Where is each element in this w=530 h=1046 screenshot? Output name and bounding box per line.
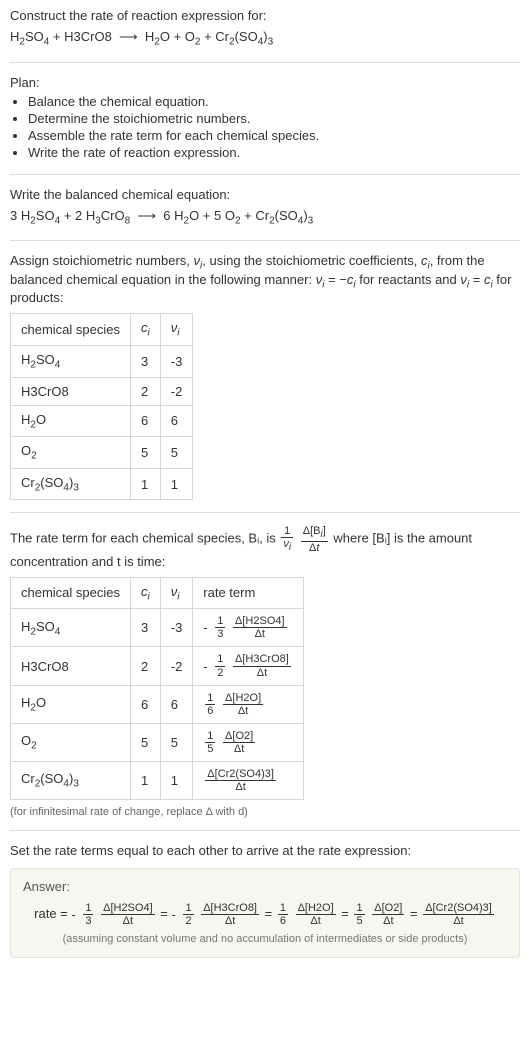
cell-v: -3 <box>160 345 193 377</box>
col-species: chemical species <box>11 577 131 609</box>
balanced-equation: 3 H2SO4 + 2 H3CrO8 ⟶ 6 H2O + 5 O2 + Cr2(… <box>10 206 520 229</box>
cell-c: 3 <box>131 345 161 377</box>
cell-species: Cr2(SO4)3 <box>11 468 131 500</box>
balanced-section: Write the balanced chemical equation: 3 … <box>10 175 520 242</box>
answer-title: Answer: <box>23 879 507 894</box>
plan-item: Assemble the rate term for each chemical… <box>28 128 520 143</box>
stoich-table: chemical species ci νi H2SO4 3 -3 H3CrO8… <box>10 313 193 500</box>
cell-rate-term: - 13 Δ[H2SO4]Δt <box>193 609 304 647</box>
cell-species: O2 <box>11 723 131 761</box>
plan-item: Write the rate of reaction expression. <box>28 145 520 160</box>
answer-note: (assuming constant volume and no accumul… <box>23 933 507 945</box>
rate-term-text: The rate term for each chemical species,… <box>10 525 520 568</box>
cell-species: H2SO4 <box>11 345 131 377</box>
final-text: Set the rate terms equal to each other t… <box>10 843 520 858</box>
col-species: chemical species <box>11 314 131 346</box>
stoich-text: Assign stoichiometric numbers, νi, using… <box>10 253 520 305</box>
cell-c: 3 <box>131 609 161 647</box>
col-ci: ci <box>131 314 161 346</box>
prompt-text: Construct the rate of reaction expressio… <box>10 8 520 23</box>
cell-v: 5 <box>160 723 193 761</box>
generic-rate-frac: Δ[Bi]Δt <box>301 525 328 553</box>
table-row: Cr2(SO4)3 1 1 <box>11 468 193 500</box>
cell-v: 6 <box>160 405 193 437</box>
plan-item: Determine the stoichiometric numbers. <box>28 111 520 126</box>
table-row: H2SO4 3 -3 - 13 Δ[H2SO4]Δt <box>11 609 304 647</box>
col-vi: νi <box>160 577 193 609</box>
cell-c: 5 <box>131 723 161 761</box>
table-row: O2 5 5 15 Δ[O2]Δt <box>11 723 304 761</box>
table-header-row: chemical species ci νi <box>11 314 193 346</box>
cell-rate-term: - 12 Δ[H3CrO8]Δt <box>193 647 304 685</box>
table-header-row: chemical species ci νi rate term <box>11 577 304 609</box>
rate-term-table: chemical species ci νi rate term H2SO4 3… <box>10 577 304 801</box>
table-row: O2 5 5 <box>11 437 193 469</box>
cell-c: 5 <box>131 437 161 469</box>
cell-rate-term: 15 Δ[O2]Δt <box>193 723 304 761</box>
balanced-title: Write the balanced chemical equation: <box>10 187 520 202</box>
table-row: H3CrO8 2 -2 <box>11 377 193 405</box>
cell-species: H2SO4 <box>11 609 131 647</box>
table-row: H2O 6 6 <box>11 405 193 437</box>
plan-list: Balance the chemical equation. Determine… <box>28 94 520 160</box>
cell-species: H3CrO8 <box>11 377 131 405</box>
cell-v: -2 <box>160 647 193 685</box>
cell-species: H2O <box>11 405 131 437</box>
cell-c: 2 <box>131 647 161 685</box>
cell-v: -2 <box>160 377 193 405</box>
final-section: Set the rate terms equal to each other t… <box>10 831 520 958</box>
plan-title: Plan: <box>10 75 520 90</box>
cell-species: O2 <box>11 437 131 469</box>
table-row: H2O 6 6 16 Δ[H2O]Δt <box>11 685 304 723</box>
col-rate-term: rate term <box>193 577 304 609</box>
plan-section: Plan: Balance the chemical equation. Det… <box>10 63 520 175</box>
cell-v: 5 <box>160 437 193 469</box>
table-row: H3CrO8 2 -2 - 12 Δ[H3CrO8]Δt <box>11 647 304 685</box>
rate-term-section: The rate term for each chemical species,… <box>10 513 520 831</box>
cell-species: Cr2(SO4)3 <box>11 761 131 799</box>
cell-v: -3 <box>160 609 193 647</box>
plan-item: Balance the chemical equation. <box>28 94 520 109</box>
col-vi: νi <box>160 314 193 346</box>
generic-coef-frac: 1νi <box>281 525 293 553</box>
prompt-section: Construct the rate of reaction expressio… <box>10 8 520 63</box>
stoich-section: Assign stoichiometric numbers, νi, using… <box>10 241 520 513</box>
table-row: Cr2(SO4)3 1 1 Δ[Cr2(SO4)3]Δt <box>11 761 304 799</box>
answer-box: Answer: rate = - 13 Δ[H2SO4]Δt = - 12 Δ[… <box>10 868 520 958</box>
cell-c: 6 <box>131 405 161 437</box>
cell-c: 2 <box>131 377 161 405</box>
cell-rate-term: Δ[Cr2(SO4)3]Δt <box>193 761 304 799</box>
unbalanced-equation: H2SO4 + H3CrO8 ⟶ H2O + O2 + Cr2(SO4)3 <box>10 27 520 50</box>
cell-c: 6 <box>131 685 161 723</box>
table-row: H2SO4 3 -3 <box>11 345 193 377</box>
cell-species: H2O <box>11 685 131 723</box>
cell-c: 1 <box>131 468 161 500</box>
rate-table-footnote: (for infinitesimal rate of change, repla… <box>10 806 520 818</box>
cell-v: 6 <box>160 685 193 723</box>
answer-rate-expression: rate = - 13 Δ[H2SO4]Δt = - 12 Δ[H3CrO8]Δ… <box>23 902 507 927</box>
col-ci: ci <box>131 577 161 609</box>
cell-v: 1 <box>160 761 193 799</box>
cell-v: 1 <box>160 468 193 500</box>
cell-rate-term: 16 Δ[H2O]Δt <box>193 685 304 723</box>
cell-c: 1 <box>131 761 161 799</box>
cell-species: H3CrO8 <box>11 647 131 685</box>
